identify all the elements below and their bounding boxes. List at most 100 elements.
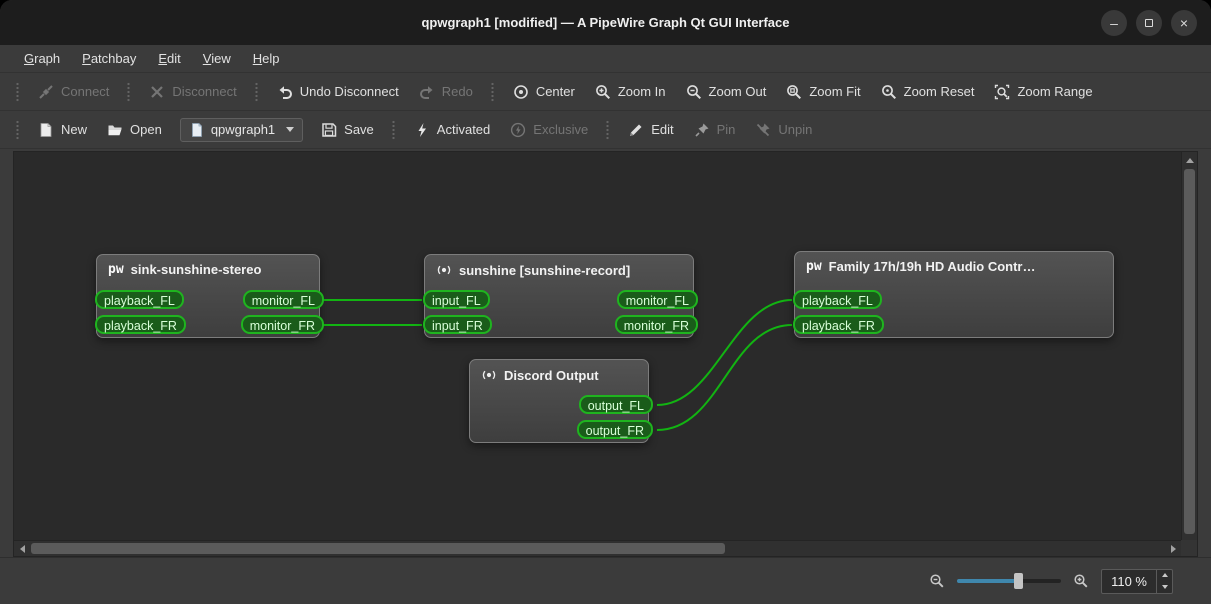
scroll-left-button[interactable]	[14, 541, 30, 557]
zoom-reset-icon	[881, 84, 897, 100]
redo-button[interactable]: Redo	[409, 79, 483, 105]
graph-canvas[interactable]: pw sink-sunshine-stereo playback_FL play…	[14, 152, 1181, 540]
spin-down-button[interactable]	[1157, 581, 1172, 593]
combo-value: qpwgraph1	[210, 122, 276, 137]
toolbar-drag-handle[interactable]	[126, 81, 133, 102]
port-output[interactable]: monitor_FL	[616, 290, 698, 309]
center-button[interactable]: Center	[503, 79, 585, 105]
pipewire-icon: pw	[108, 262, 124, 277]
unpin-icon	[755, 122, 771, 138]
zoom-reset-button[interactable]: Zoom Reset	[871, 79, 985, 105]
node-title: sunshine [sunshine-record]	[459, 262, 631, 278]
connect-button[interactable]: Connect	[28, 79, 119, 105]
vertical-scrollbar-thumb[interactable]	[1184, 169, 1195, 534]
port-output[interactable]: output_FL	[578, 395, 653, 414]
save-icon	[321, 122, 337, 138]
close-icon: ×	[1179, 14, 1189, 31]
port-input[interactable]: input_FL	[423, 290, 490, 309]
zoom-slider-handle[interactable]	[1014, 573, 1024, 589]
unpin-button[interactable]: Unpin	[745, 117, 822, 143]
port-output[interactable]: monitor_FL	[242, 290, 324, 309]
minimize-icon: –	[1110, 14, 1118, 31]
arrow-right-icon	[1170, 545, 1176, 553]
zoom-out-icon	[686, 84, 702, 100]
open-button[interactable]: Open	[97, 117, 172, 143]
node-header: Discord Output	[470, 360, 648, 390]
zoom-out-icon[interactable]	[929, 573, 945, 589]
lightning-icon	[414, 122, 430, 138]
disconnect-icon	[149, 84, 165, 100]
node-title: Family 17h/19h HD Audio Contr…	[828, 259, 1036, 274]
stream-icon	[436, 262, 452, 278]
port-output[interactable]: output_FR	[576, 420, 653, 439]
arrow-left-icon	[19, 545, 25, 553]
arrow-up-icon	[1161, 573, 1168, 578]
toolbar-drag-handle[interactable]	[390, 119, 397, 140]
zoom-fit-button[interactable]: Zoom Fit	[776, 79, 870, 105]
pin-button[interactable]: Pin	[684, 117, 746, 143]
toolbar-drag-handle[interactable]	[253, 81, 260, 102]
zoom-slider-track	[957, 579, 1062, 583]
node-sink-sunshine-stereo[interactable]: pw sink-sunshine-stereo playback_FL play…	[95, 254, 324, 338]
maximize-icon	[1145, 18, 1153, 27]
zoom-in-icon	[595, 84, 611, 100]
maximize-button[interactable]	[1136, 9, 1162, 36]
cable[interactable]	[656, 324, 793, 431]
zoom-out-button[interactable]: Zoom Out	[676, 79, 777, 105]
toolbar-drag-handle[interactable]	[15, 119, 21, 140]
spin-up-button[interactable]	[1157, 570, 1172, 582]
patchbay-file-combo[interactable]: qpwgraph1	[179, 117, 304, 142]
horizontal-scrollbar-thumb[interactable]	[31, 543, 725, 554]
port-output[interactable]: monitor_FR	[240, 315, 324, 334]
scroll-up-button[interactable]	[1182, 152, 1198, 168]
toolbar-drag-handle[interactable]	[489, 81, 496, 102]
exclusive-toggle[interactable]: Exclusive	[500, 117, 598, 143]
edit-button[interactable]: Edit	[618, 117, 683, 143]
port-input[interactable]: playback_FL	[793, 290, 882, 309]
port-output[interactable]: monitor_FR	[614, 315, 698, 334]
cables-layer	[323, 299, 793, 431]
menu-patchbay[interactable]: Patchbay	[72, 48, 146, 69]
scroll-right-button[interactable]	[1165, 541, 1181, 557]
menu-graph[interactable]: Graph	[14, 48, 70, 69]
disconnect-button[interactable]: Disconnect	[139, 79, 246, 105]
new-file-icon	[38, 122, 54, 138]
zoom-slider[interactable]	[957, 572, 1062, 590]
zoom-range-button[interactable]: Zoom Range	[984, 79, 1102, 105]
zoom-in-icon[interactable]	[1073, 573, 1089, 589]
undo-disconnect-button[interactable]: Undo Disconnect	[267, 79, 409, 105]
port-input[interactable]: playback_FL	[95, 290, 184, 309]
horizontal-scrollbar[interactable]	[14, 540, 1181, 556]
minimize-button[interactable]: –	[1101, 9, 1127, 36]
arrow-up-icon	[1186, 157, 1194, 163]
exclusive-icon	[510, 122, 526, 138]
new-button[interactable]: New	[28, 117, 97, 143]
node-header: sunshine [sunshine-record]	[425, 255, 693, 285]
vertical-scrollbar[interactable]	[1181, 152, 1197, 540]
node-sunshine-record[interactable]: sunshine [sunshine-record] input_FL inpu…	[423, 254, 698, 338]
node-title: Discord Output	[504, 367, 599, 383]
zoom-range-icon	[994, 84, 1010, 100]
toolbar-drag-handle[interactable]	[605, 119, 612, 140]
close-button[interactable]: ×	[1171, 9, 1197, 36]
connect-icon	[38, 84, 54, 100]
node-header: pw sink-sunshine-stereo	[97, 255, 319, 284]
zoom-in-button[interactable]: Zoom In	[585, 79, 676, 105]
node-family-hd-audio[interactable]: pw Family 17h/19h HD Audio Contr… playba…	[793, 251, 1114, 338]
scrollbar-corner	[1181, 540, 1197, 556]
zoom-percent-spinbox[interactable]: 110 %	[1101, 568, 1173, 594]
menu-edit[interactable]: Edit	[148, 48, 190, 69]
menu-view[interactable]: View	[193, 48, 241, 69]
menu-help[interactable]: Help	[243, 48, 290, 69]
zoom-percent-value: 110 %	[1111, 573, 1147, 589]
titlebar: qpwgraph1 [modified] — A PipeWire Graph …	[0, 0, 1211, 45]
node-discord-output[interactable]: Discord Output output_FL output_FR	[469, 359, 653, 443]
port-input[interactable]: playback_FR	[793, 315, 884, 334]
pipewire-icon: pw	[806, 259, 822, 274]
center-icon	[513, 84, 529, 100]
toolbar-drag-handle[interactable]	[15, 81, 21, 102]
port-input[interactable]: input_FR	[423, 315, 492, 334]
activated-toggle[interactable]: Activated	[404, 117, 500, 143]
save-button[interactable]: Save	[311, 117, 384, 143]
port-input[interactable]: playback_FR	[95, 315, 186, 334]
